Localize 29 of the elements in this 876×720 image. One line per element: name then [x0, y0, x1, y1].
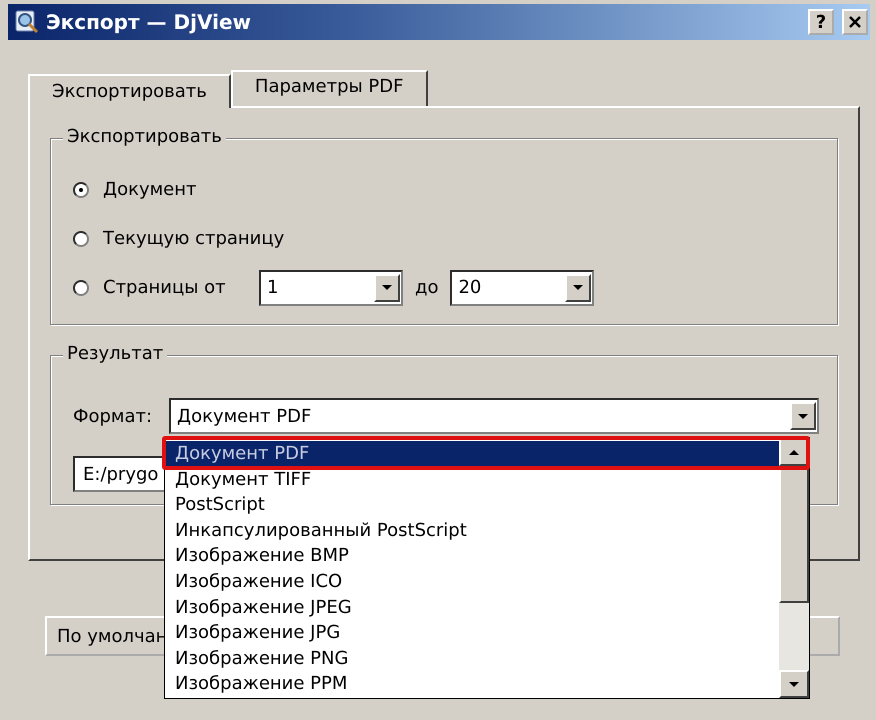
- help-button[interactable]: ?: [808, 9, 834, 35]
- dropdown-field[interactable]: 1: [259, 270, 403, 306]
- dropdown-field[interactable]: Документ PDF: [169, 398, 819, 434]
- radio-button[interactable]: [73, 182, 89, 198]
- list-option[interactable]: Инкапсулированный PostScript: [165, 518, 779, 544]
- radio-button[interactable]: [73, 280, 89, 296]
- close-icon: [848, 15, 862, 29]
- tab[interactable]: Экспортировать: [28, 74, 231, 108]
- list-option[interactable]: Документ TIFF: [165, 466, 779, 492]
- list-option[interactable]: PostScript: [165, 492, 779, 518]
- range-label: до: [415, 277, 438, 298]
- radio-label: Документ: [103, 179, 198, 200]
- group-title: Результат: [63, 343, 168, 364]
- group-title: Экспортировать: [63, 126, 226, 147]
- window-title: Экспорт — DjView: [46, 10, 251, 34]
- magnifier-icon: [14, 9, 40, 35]
- list-option[interactable]: Документ PDF: [165, 441, 779, 467]
- radio-label: Страницы от: [103, 277, 227, 298]
- scrollbar[interactable]: [779, 438, 809, 698]
- list-option[interactable]: Изображение BMP: [165, 543, 779, 569]
- close-button[interactable]: [842, 9, 868, 35]
- list-option[interactable]: Изображение ICO: [165, 568, 779, 595]
- radio-label: Текущую страницу: [103, 228, 284, 249]
- tab[interactable]: Параметры PDF: [230, 70, 428, 106]
- radio-button[interactable]: [73, 230, 89, 246]
- list-option[interactable]: Изображение PPM: [165, 671, 779, 697]
- format-label: Формат:: [73, 406, 154, 426]
- scroll-thumb[interactable]: [779, 468, 809, 603]
- dropdown-field[interactable]: 20: [450, 270, 594, 306]
